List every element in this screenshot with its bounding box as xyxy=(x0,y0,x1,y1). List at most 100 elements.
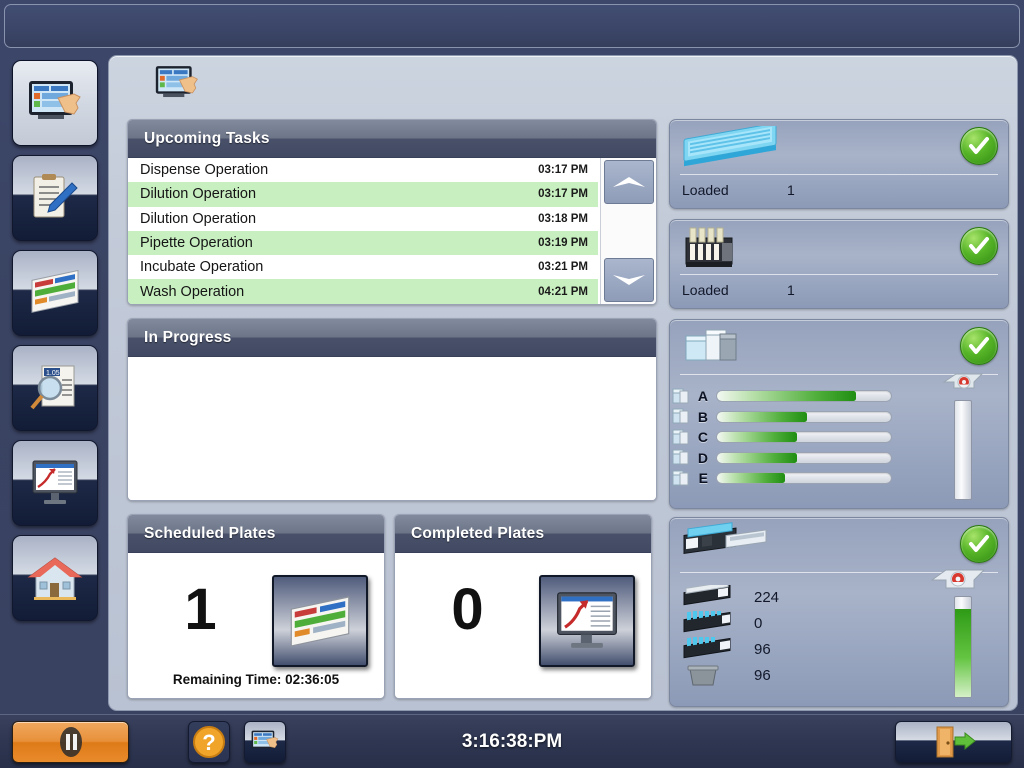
check-circle-icon xyxy=(969,535,989,552)
task-row[interactable]: Dilution Operation 03:18 PM xyxy=(128,207,598,231)
blue-tip-rack-icon xyxy=(682,606,734,635)
upcoming-tasks-list[interactable]: Dispense Operation 03:17 PM Dilution Opera… xyxy=(128,158,598,304)
status-badge-reagents xyxy=(960,327,998,365)
tab-overview[interactable] xyxy=(117,60,237,108)
chevron-down-icon xyxy=(613,275,645,285)
status-card-plates-top xyxy=(670,120,1008,174)
sidebar: 1.05 xyxy=(0,52,112,712)
tip-count-value: 224 xyxy=(754,588,780,606)
task-row[interactable]: Dilution Operation 03:17 PM xyxy=(128,182,598,207)
status-card-tips[interactable]: 224 0 96 96 xyxy=(669,517,1009,707)
magnifier-log-icon: 1.05 xyxy=(30,365,75,410)
status-card-reagents[interactable]: ABCDE xyxy=(669,319,1009,509)
reagent-bar-label: A xyxy=(697,388,708,405)
in-progress-panel: In Progress xyxy=(127,318,657,501)
pause-button[interactable] xyxy=(12,721,129,763)
sidebar-item-worklist[interactable] xyxy=(12,250,98,336)
reagent-bar-track xyxy=(716,410,892,423)
tube-rack-icon xyxy=(685,227,733,267)
biohazard-waste-icon xyxy=(930,569,986,589)
tip-count-value: 96 xyxy=(754,666,771,684)
completed-plates-panel: Completed Plates 0 xyxy=(394,514,652,699)
touchscreen-overview-icon xyxy=(29,81,81,119)
monitor-chart-icon xyxy=(32,460,78,504)
touchscreen-overview-icon xyxy=(155,66,198,98)
reagent-bar-fill xyxy=(717,432,798,443)
svg-text:?: ? xyxy=(202,730,215,755)
touchscreen-overview-icon xyxy=(251,730,279,749)
tubes-loaded-value: 1 xyxy=(787,282,795,298)
clipboard-pen-icon xyxy=(33,174,78,218)
reagent-bar-row: A xyxy=(672,386,892,407)
status-card-plates[interactable]: Loaded 1 xyxy=(669,119,1009,209)
task-time-label: 03:17 PM xyxy=(538,188,588,201)
empty-tip-rack-icon xyxy=(682,581,734,609)
sidebar-item-overview[interactable] xyxy=(12,60,98,146)
in-progress-list[interactable] xyxy=(128,357,656,500)
completed-plates-count: 0 xyxy=(451,577,484,642)
biohazard-waste-icon xyxy=(942,373,984,389)
reagent-bottles-icon xyxy=(685,329,737,361)
plates-loaded-value: 1 xyxy=(787,182,795,198)
task-operation-label: Dilution Operation xyxy=(140,210,257,227)
plate-layout-icon xyxy=(31,269,79,313)
reagent-bar-label: E xyxy=(698,470,708,487)
reagent-bar-track xyxy=(716,390,892,403)
status-badge-plates xyxy=(960,127,998,165)
tip-count-row: 96 xyxy=(682,662,902,688)
sidebar-item-protocol[interactable] xyxy=(12,155,98,241)
exit-button[interactable] xyxy=(895,721,1012,763)
help-button[interactable]: ? xyxy=(188,721,230,763)
tips-waste-gauge-fill xyxy=(955,609,971,697)
task-row[interactable]: Incubate Operation 03:21 PM xyxy=(128,255,598,279)
in-progress-title: In Progress xyxy=(128,319,656,357)
reagent-bar-row: C xyxy=(672,427,892,448)
microplate-icon xyxy=(683,126,777,167)
task-operation-label: Pipette Operation xyxy=(140,235,253,252)
reagent-bottle-icon: D xyxy=(672,449,708,466)
monitor-chart-icon xyxy=(557,592,617,648)
scheduled-plates-button[interactable] xyxy=(272,575,368,667)
check-circle-icon xyxy=(969,237,989,254)
scheduled-plates-body: 1 Remaining Time: 02:36:05 xyxy=(128,553,384,698)
reagent-bar-fill xyxy=(717,473,785,484)
tip-count-row: 96 xyxy=(682,633,902,662)
task-row[interactable]: Pipette Operation 03:19 PM xyxy=(128,230,598,256)
tip-loader-icon xyxy=(683,522,767,555)
scroll-up-button[interactable] xyxy=(604,160,654,204)
reagent-bar-row: B xyxy=(672,407,892,428)
check-circle-icon xyxy=(969,337,989,354)
plates-loaded-label: Loaded xyxy=(682,182,729,198)
reagent-bottle-icon: A xyxy=(672,388,708,405)
status-card-tubes[interactable]: Loaded 1 xyxy=(669,219,1009,309)
task-row[interactable]: Dispense Operation 03:17 PM xyxy=(128,158,598,182)
reagent-bar-row: D xyxy=(672,448,892,469)
sidebar-item-results[interactable] xyxy=(12,440,98,526)
overview-shortcut-button[interactable] xyxy=(244,721,286,763)
completed-plates-body: 0 xyxy=(395,553,651,698)
tip-count-row: 0 xyxy=(682,606,902,636)
task-time-label: 03:19 PM xyxy=(538,237,588,250)
tubes-loaded-label: Loaded xyxy=(682,282,729,298)
tab-strip xyxy=(109,56,1017,108)
status-card-plates-info: Loaded 1 xyxy=(670,182,1008,198)
completed-plates-button[interactable] xyxy=(539,575,635,667)
task-row[interactable]: Wash Operation 04:21 PM xyxy=(128,279,598,304)
scheduled-plates-title: Scheduled Plates xyxy=(128,515,384,553)
status-badge-tubes xyxy=(960,227,998,265)
reagent-bar-fill xyxy=(717,391,857,402)
reagent-bar-track xyxy=(716,431,892,444)
task-time-label: 03:17 PM xyxy=(538,164,588,177)
reagent-bar-label: C xyxy=(697,429,708,446)
reagent-bar-track xyxy=(716,472,892,485)
sidebar-item-log[interactable]: 1.05 xyxy=(12,345,98,431)
sidebar-item-home[interactable] xyxy=(12,535,98,621)
question-mark-icon: ? xyxy=(193,726,225,758)
reagent-bottle-icon: C xyxy=(672,429,708,446)
main-content: Upcoming Tasks Dispense Operation 03:17 P… xyxy=(108,55,1018,711)
task-list-scrollbar[interactable] xyxy=(600,158,656,304)
scroll-down-button[interactable] xyxy=(604,258,654,302)
tips-waste-gauge xyxy=(954,596,972,698)
tip-count-rows: 224 0 96 96 xyxy=(682,581,902,688)
status-card-tubes-info: Loaded 1 xyxy=(670,282,1008,298)
